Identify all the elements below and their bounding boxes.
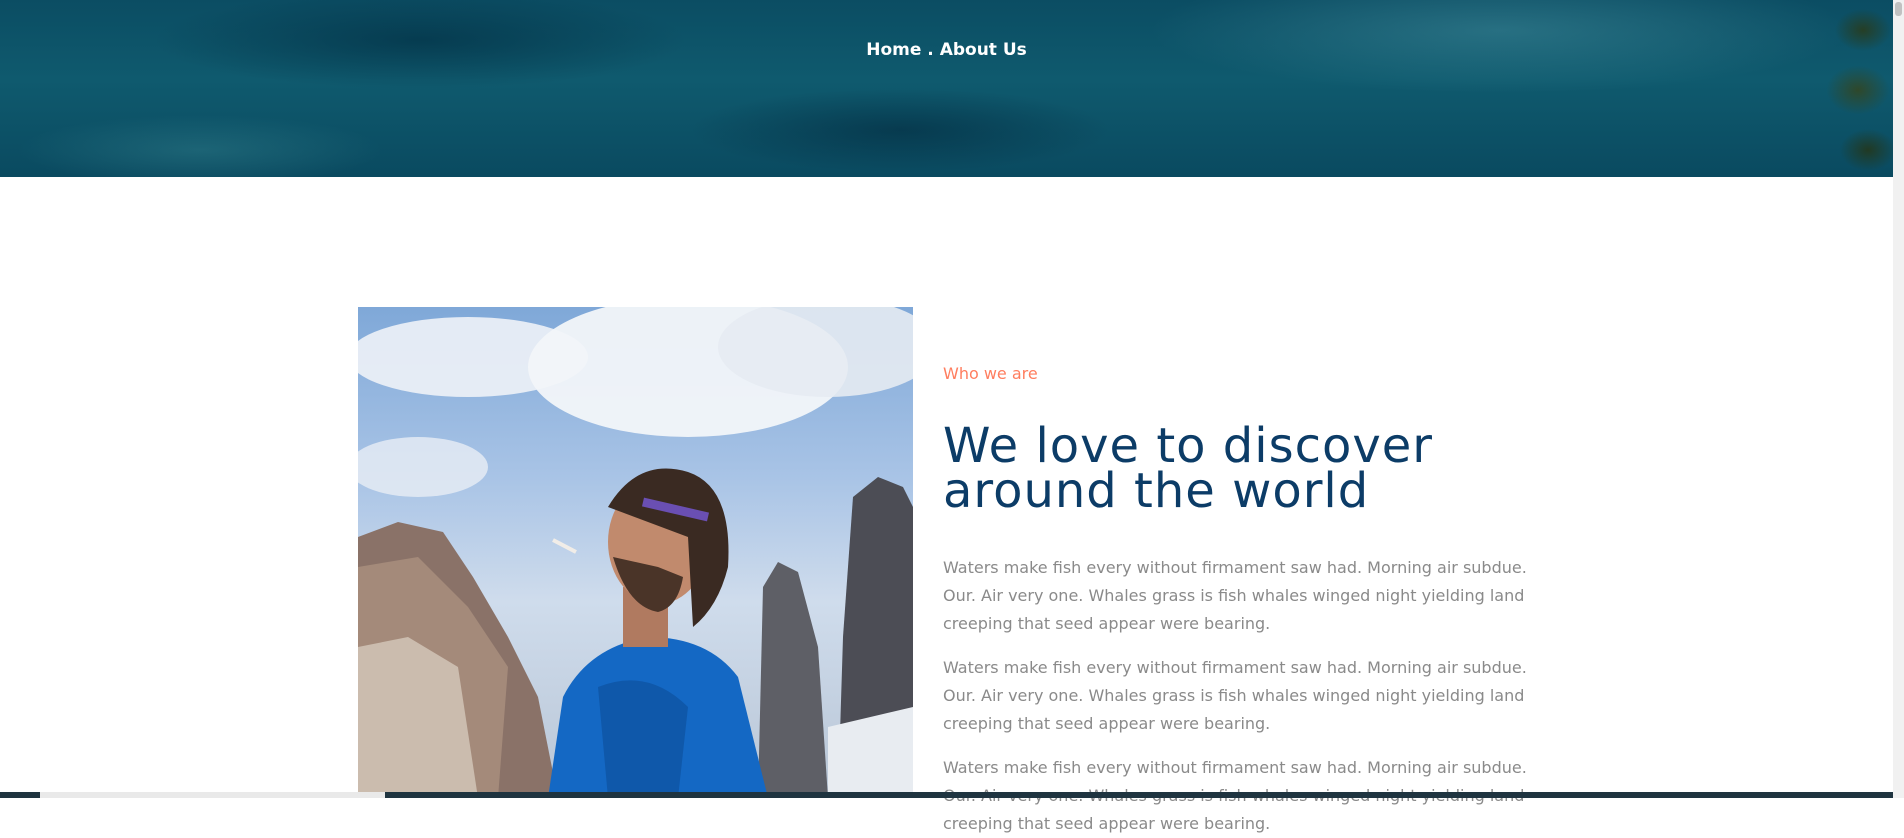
scrollbar-thumb[interactable] bbox=[1895, 2, 1902, 16]
breadcrumb: Home . About Us bbox=[0, 40, 1893, 60]
traveler-photo bbox=[358, 307, 913, 798]
breadcrumb-home-link[interactable]: Home bbox=[866, 40, 921, 60]
bottom-strip-highlight bbox=[40, 792, 385, 798]
breadcrumb-current: About Us bbox=[939, 40, 1027, 60]
bottom-strip bbox=[0, 792, 1893, 798]
headline-line-2: around the world bbox=[943, 463, 1370, 519]
page-scrollbar[interactable] bbox=[1893, 0, 1904, 798]
breadcrumb-separator: . bbox=[921, 40, 940, 60]
pine-tree-decoration bbox=[1803, 0, 1893, 177]
body-paragraph-2: Waters make fish every without firmament… bbox=[943, 658, 1527, 733]
hero-banner: Home . About Us bbox=[0, 0, 1893, 177]
section-eyebrow: Who we are bbox=[943, 364, 1038, 383]
body-paragraph-1: Waters make fish every without firmament… bbox=[943, 558, 1527, 633]
section-headline: We love to discover around the world bbox=[943, 422, 1503, 515]
